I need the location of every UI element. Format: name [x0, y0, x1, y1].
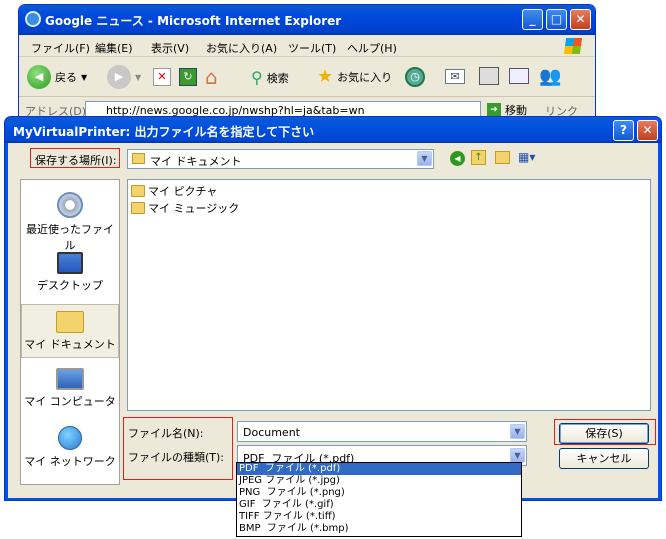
- up-folder-icon[interactable]: ↑: [471, 150, 486, 165]
- view-menu-icon[interactable]: ▦▾: [518, 150, 538, 165]
- forward-dropdown-icon[interactable]: ▼: [135, 73, 141, 82]
- search-button[interactable]: ⚲ 検索: [251, 68, 289, 87]
- filename-input[interactable]: Document ▼: [237, 421, 527, 442]
- save-in-dropdown-icon[interactable]: ▼: [417, 151, 432, 166]
- filetype-option-tiff[interactable]: TIFF ファイル (*.tiff): [237, 511, 521, 523]
- filetype-dropdown-icon[interactable]: ▼: [510, 448, 525, 463]
- ie-logo-icon: [25, 11, 41, 27]
- ie-title-bar: Google ニュース - Microsoft Internet Explore…: [19, 5, 595, 35]
- filetype-option-pdf[interactable]: PDF ファイル (*.pdf): [237, 463, 521, 475]
- place-desktop[interactable]: デスクトップ: [21, 246, 119, 302]
- folder-icon: [131, 185, 145, 197]
- search-icon: ⚲: [251, 68, 263, 87]
- new-folder-icon[interactable]: [495, 151, 510, 164]
- cancel-button-label: キャンセル: [576, 452, 632, 465]
- filetype-option-bmp[interactable]: BMP ファイル (*.bmp): [237, 523, 521, 535]
- place-recent[interactable]: 最近使ったファイル: [21, 188, 119, 252]
- menu-help[interactable]: ヘルプ(H): [347, 40, 397, 56]
- file-item-my-music[interactable]: マイ ミュージック: [131, 200, 239, 216]
- place-my-documents[interactable]: マイ ドキュメント: [21, 304, 119, 358]
- favorites-button[interactable]: ★ お気に入り: [317, 66, 392, 87]
- file-item-label: マイ ミュージック: [148, 202, 240, 215]
- file-item-my-pictures[interactable]: マイ ピクチャ: [131, 183, 217, 199]
- refresh-icon[interactable]: ↻: [179, 68, 197, 86]
- help-button[interactable]: ?: [613, 120, 634, 141]
- maximize-button[interactable]: □: [546, 9, 567, 30]
- menu-tools[interactable]: ツール(T): [288, 40, 336, 56]
- cancel-button[interactable]: キャンセル: [559, 448, 649, 469]
- folder-open-icon: [132, 153, 145, 164]
- forward-button[interactable]: ▶ ▼: [107, 65, 141, 89]
- filename-dropdown-icon[interactable]: ▼: [510, 424, 525, 439]
- minimize-button[interactable]: _: [522, 9, 543, 30]
- back-nav-icon[interactable]: ◀: [450, 151, 465, 166]
- filetype-option-png[interactable]: PNG ファイル (*.png): [237, 487, 521, 499]
- file-item-label: マイ ピクチャ: [148, 185, 218, 198]
- close-button[interactable]: ✕: [570, 9, 591, 30]
- place-my-documents-label: マイ ドキュメント: [24, 338, 116, 351]
- filetype-option-gif[interactable]: GIF ファイル (*.gif): [237, 499, 521, 511]
- menu-view[interactable]: 表示(V): [151, 40, 189, 56]
- save-in-label: 保存する場所(I):: [35, 154, 117, 167]
- place-my-computer[interactable]: マイ コンピュータ: [21, 362, 119, 418]
- ie-toolbar: ◀ 戻る ▼ ▶ ▼ ✕ ↻ ⌂ ⚲ 検索 ★ お気に入り ◷ ✉ 👥: [19, 57, 595, 97]
- search-label: 検索: [266, 71, 289, 85]
- place-my-network[interactable]: マイ ネットワーク: [21, 420, 119, 476]
- menu-favorites[interactable]: お気に入り(A): [206, 40, 277, 56]
- forward-arrow-icon: ▶: [107, 65, 131, 89]
- filename-value: Document: [243, 426, 300, 439]
- mail-icon[interactable]: ✉: [445, 69, 465, 84]
- folder-icon: [131, 202, 145, 214]
- ie-menu-bar: ファイル(F) 編集(E) 表示(V) お気に入り(A) ツール(T) ヘルプ(…: [19, 35, 595, 57]
- save-in-select[interactable]: マイ ドキュメント ▼: [127, 149, 434, 169]
- print-icon[interactable]: [479, 67, 499, 85]
- home-icon[interactable]: ⌂: [205, 65, 218, 89]
- edit-icon[interactable]: [509, 68, 529, 84]
- back-label: 戻る: [55, 71, 77, 84]
- favorites-label: お気に入り: [337, 70, 393, 84]
- desktop-icon: [57, 252, 83, 274]
- save-button[interactable]: 保存(S): [559, 423, 649, 444]
- filetype-option-jpeg[interactable]: JPEG ファイル (*.jpg): [237, 475, 521, 487]
- dialog-body: 保存する場所(I): マイ ドキュメント ▼ ◀ ↑ ▦▾ 最近使ったファイル …: [8, 143, 658, 498]
- go-arrow-icon: ➔: [487, 103, 501, 117]
- my-documents-icon: [56, 311, 84, 333]
- place-my-computer-label: マイ コンピュータ: [24, 395, 116, 408]
- dialog-title: MyVirtualPrinter: 出力ファイル名を指定して下さい: [13, 125, 315, 139]
- place-desktop-label: デスクトップ: [37, 279, 103, 292]
- menu-file[interactable]: ファイル(F): [31, 40, 90, 56]
- file-list[interactable]: マイ ピクチャ マイ ミュージック: [127, 179, 651, 411]
- back-dropdown-icon[interactable]: ▼: [81, 73, 87, 82]
- back-arrow-icon: ◀: [27, 65, 51, 89]
- save-dialog: MyVirtualPrinter: 出力ファイル名を指定して下さい ? ✕ 保存…: [4, 116, 662, 501]
- star-icon: ★: [317, 66, 334, 87]
- messenger-icon[interactable]: 👥: [539, 66, 561, 87]
- menu-edit[interactable]: 編集(E): [95, 40, 133, 56]
- recent-files-icon: [57, 192, 83, 218]
- save-button-label: 保存(S): [585, 427, 623, 440]
- ie-window: Google ニュース - Microsoft Internet Explore…: [18, 4, 596, 124]
- place-my-network-label: マイ ネットワーク: [24, 455, 116, 468]
- dialog-close-button[interactable]: ✕: [637, 120, 658, 141]
- history-icon[interactable]: ◷: [405, 67, 425, 87]
- filetype-label: ファイルの種類(T):: [128, 451, 225, 464]
- stop-icon[interactable]: ✕: [153, 68, 171, 86]
- filetype-dropdown-list[interactable]: PDF ファイル (*.pdf) JPEG ファイル (*.jpg) PNG フ…: [236, 462, 522, 537]
- my-computer-icon: [56, 368, 84, 390]
- my-network-icon: [58, 426, 82, 450]
- dialog-title-bar: MyVirtualPrinter: 出力ファイル名を指定して下さい ? ✕: [5, 117, 661, 143]
- ie-title: Google ニュース - Microsoft Internet Explore…: [45, 14, 342, 28]
- save-in-value: マイ ドキュメント: [150, 155, 242, 168]
- places-bar: 最近使ったファイル デスクトップ マイ ドキュメント マイ コンピュータ マイ …: [20, 179, 120, 485]
- back-button[interactable]: ◀ 戻る ▼: [27, 65, 87, 89]
- windows-logo-icon: [563, 38, 583, 54]
- filename-label: ファイル名(N):: [128, 427, 204, 440]
